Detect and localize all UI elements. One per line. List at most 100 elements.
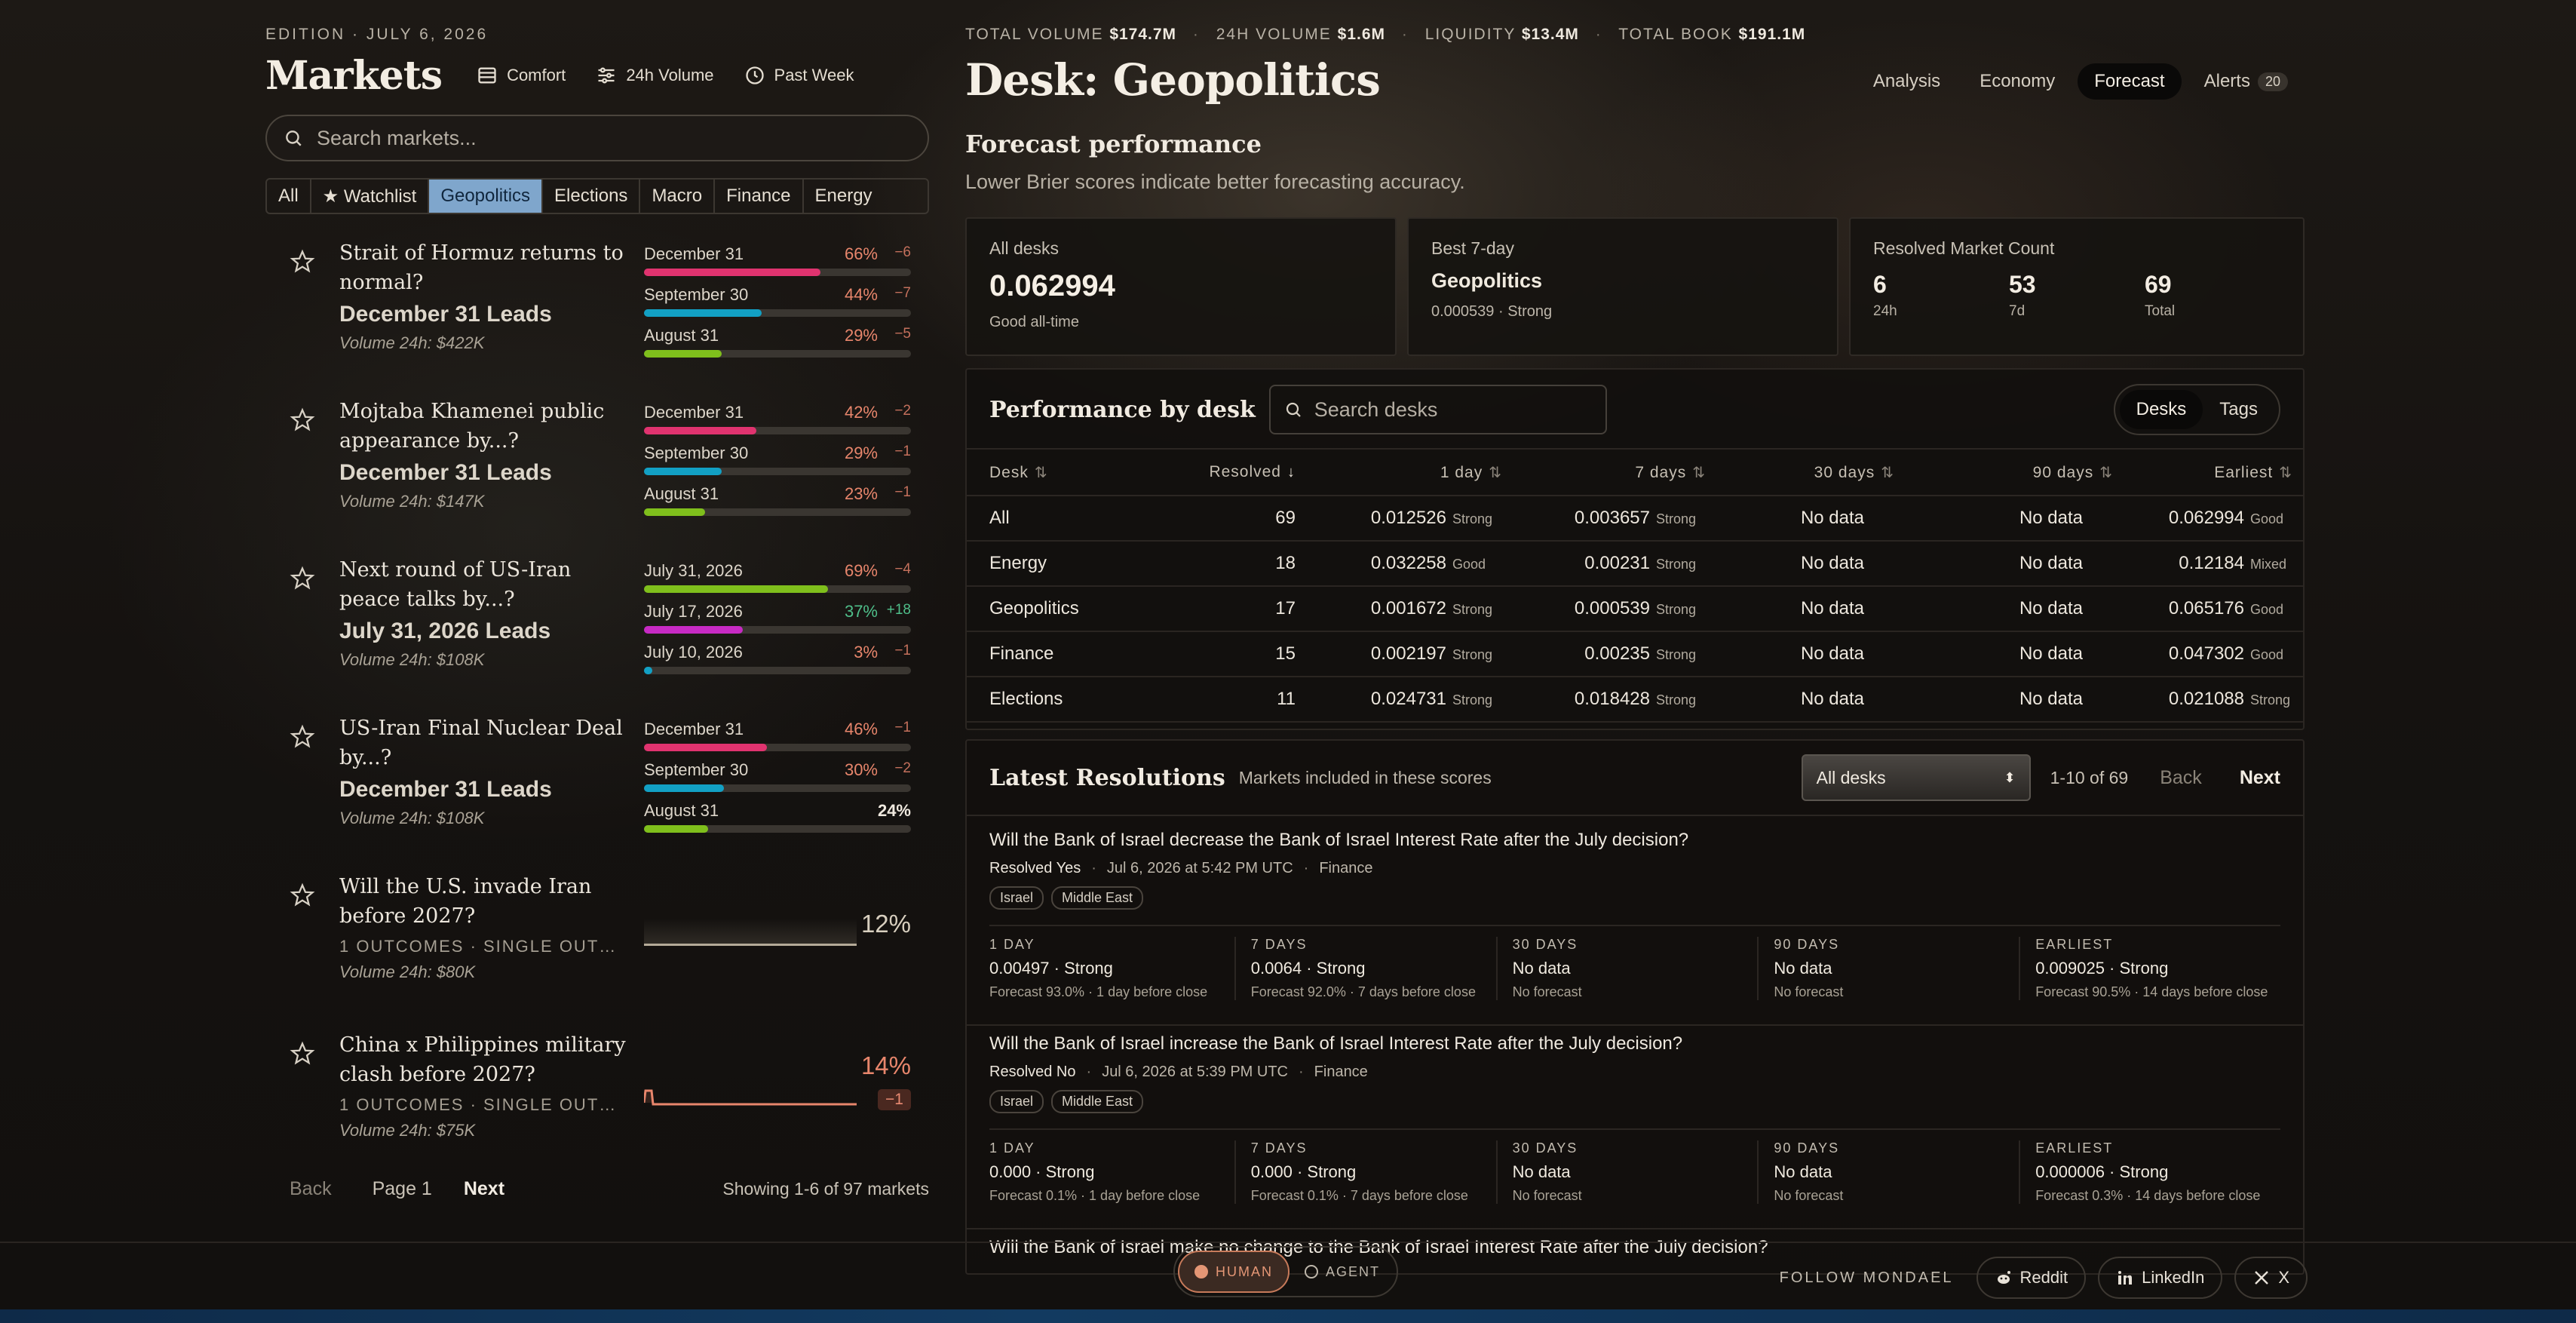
resolution-item[interactable]: Will the Bank of Israel decrease the Ban… (989, 830, 2280, 1000)
market-item[interactable]: Strait of Hormuz returns to normal? Decem… (265, 231, 929, 389)
follow-label: FOLLOW MONDAEL (1779, 1269, 1954, 1286)
outcome-row[interactable]: September 30 29% −1 (644, 439, 911, 480)
x-icon (2255, 1271, 2269, 1285)
market-item[interactable]: Will the U.S. invade Iran before 2027? 1 … (265, 864, 929, 1023)
outcome-row[interactable]: December 31 46% −1 (644, 715, 911, 756)
desk-search[interactable] (1268, 385, 1607, 434)
card-note: Good all-time (989, 314, 1079, 330)
star-icon[interactable] (290, 1041, 315, 1067)
score-value: 0.00497 · Strong (989, 959, 1113, 978)
tag-chip[interactable]: Middle East (1051, 886, 1144, 910)
outcome-change: −6 (894, 244, 911, 260)
col-resolved[interactable]: Resolved ↓ (1155, 448, 1314, 496)
period-control[interactable]: Past Week (744, 65, 854, 86)
star-icon[interactable] (290, 724, 315, 750)
market-question[interactable]: China x Philippines military clash befor… (339, 1030, 626, 1089)
outcome-change: −2 (894, 403, 911, 419)
reddit-link[interactable]: Reddit (1976, 1257, 2087, 1299)
tag-chip[interactable]: Israel (989, 886, 1044, 910)
col-1day[interactable]: 1 day ⇅ (1314, 448, 1502, 496)
outcome-row[interactable]: September 30 30% −2 (644, 756, 911, 797)
card-value: Geopolitics (1431, 269, 1543, 292)
resolution-question[interactable]: Will the Bank of Israel decrease the Ban… (989, 830, 2280, 851)
outcome-row[interactable]: July 10, 2026 3% −1 (644, 638, 911, 679)
filter-energy[interactable]: Energy (804, 180, 884, 213)
col-desk[interactable]: Desk ⇅ (967, 448, 1155, 496)
outcome-row[interactable]: December 31 66% −6 (644, 240, 911, 281)
filter-all[interactable]: All (267, 180, 311, 213)
outcome-bar-fill (644, 350, 722, 358)
market-search-input[interactable] (317, 126, 911, 150)
desk-search-input[interactable] (1314, 398, 1592, 422)
mode-human-button[interactable]: HUMAN (1178, 1251, 1290, 1293)
filter-watchlist[interactable]: ★ Watchlist (311, 180, 430, 213)
outcome-row[interactable]: August 31 24% (644, 797, 911, 837)
resolved-count-card: Resolved Market Count 6 24h 53 7d 69 Total (1849, 217, 2305, 356)
desk-row[interactable]: Finance 15 0.002197 Strong 0.00235 Strong No d… (967, 631, 2303, 677)
star-icon[interactable] (290, 407, 315, 433)
linkedin-link[interactable]: LinkedIn (2098, 1257, 2223, 1299)
mode-agent-button[interactable]: AGENT (1290, 1251, 1395, 1293)
outcome-row[interactable]: August 31 29% −5 (644, 321, 911, 362)
desk-row[interactable]: All 69 0.012526 Strong 0.003657 Strong No data… (967, 496, 2303, 542)
col-30days[interactable]: 30 days ⇅ (1706, 448, 1894, 496)
outcome-row[interactable]: September 30 44% −7 (644, 281, 911, 321)
market-item[interactable]: US-Iran Final Nuclear Deal by...? Decembe… (265, 706, 929, 864)
updown-icon: ⬍ (2004, 769, 2016, 785)
filter-geopolitics[interactable]: Geopolitics (429, 180, 544, 213)
toggle-tags[interactable]: Tags (2203, 390, 2274, 429)
tab-analysis[interactable]: Analysis (1857, 63, 1957, 100)
market-item[interactable]: Mojtaba Khamenei public appearance by...… (265, 389, 929, 548)
filter-macro[interactable]: Macro (640, 180, 716, 213)
market-search[interactable] (265, 115, 929, 161)
col-7days[interactable]: 7 days ⇅ (1502, 448, 1706, 496)
tag-chip[interactable]: Middle East (1051, 1090, 1144, 1113)
tab-economy[interactable]: Economy (1963, 63, 2072, 100)
outcome-change: −2 (894, 760, 911, 776)
outcome-row[interactable]: July 31, 2026 69% −4 (644, 557, 911, 597)
outcome-bar (644, 667, 911, 674)
resolution-question[interactable]: Will the Bank of Israel increase the Ban… (989, 1033, 2280, 1054)
toggle-desks[interactable]: Desks (2119, 390, 2203, 429)
col-earliest[interactable]: Earliest ⇅ (2113, 448, 2303, 496)
forecast-performance-subtitle: Lower Brier scores indicate better forec… (965, 170, 1465, 193)
market-item[interactable]: China x Philippines military clash befor… (265, 1023, 929, 1181)
sort-control[interactable]: 24h Volume (596, 65, 714, 86)
outcome-row[interactable]: July 17, 2026 37% +18 (644, 597, 911, 638)
star-icon[interactable] (290, 566, 315, 591)
market-question[interactable]: Will the U.S. invade Iran before 2027? (339, 872, 626, 931)
outcome-row[interactable]: December 31 42% −2 (644, 398, 911, 439)
desk-row[interactable]: Geopolitics 17 0.001672 Strong 0.000539 Stron… (967, 586, 2303, 632)
tag-chip[interactable]: Israel (989, 1090, 1044, 1113)
latest-back-button[interactable]: Back (2160, 767, 2202, 789)
density-toggle[interactable]: Comfort (477, 65, 566, 86)
category-filters: All ★ Watchlist Geopolitics Elections Ma… (265, 178, 929, 214)
outcome-bar (644, 350, 911, 358)
outcome-list: December 31 46% −1 September 30 30% −2 August … (644, 715, 911, 837)
resolution-item[interactable]: Will the Bank of Israel increase the Ban… (989, 1033, 2280, 1204)
filter-finance[interactable]: Finance (715, 180, 804, 213)
linkedin-icon (2118, 1271, 2133, 1285)
desk-row[interactable]: Energy 18 0.032258 Good 0.00231 Strong No data… (967, 541, 2303, 587)
star-icon[interactable] (290, 883, 315, 908)
market-question[interactable]: Mojtaba Khamenei public appearance by...… (339, 397, 626, 456)
outcome-row[interactable]: August 31 23% −1 (644, 480, 911, 520)
latest-next-button[interactable]: Next (2240, 767, 2280, 789)
pager-next-button[interactable]: Next (464, 1178, 504, 1200)
desk-row[interactable]: Elections 11 0.024731 Strong 0.018428 Strong N… (967, 677, 2303, 723)
market-question[interactable]: Strait of Hormuz returns to normal? (339, 238, 626, 297)
tab-alerts[interactable]: Alerts 20 (2188, 63, 2305, 100)
tab-forecast[interactable]: Forecast (2078, 63, 2182, 100)
pager-back-button[interactable]: Back (290, 1178, 332, 1200)
col-90days[interactable]: 90 days ⇅ (1894, 448, 2113, 496)
filter-elections[interactable]: Elections (543, 180, 641, 213)
x-link[interactable]: X (2234, 1257, 2308, 1299)
market-question[interactable]: US-Iran Final Nuclear Deal by...? (339, 714, 626, 772)
star-icon[interactable] (290, 249, 315, 275)
score-forecast: Forecast 0.1% · 7 days before close (1250, 1188, 1468, 1203)
desk-select[interactable]: All desks ⬍ (1801, 754, 2031, 801)
market-question[interactable]: Next round of US-Iran peace talks by...? (339, 555, 626, 614)
market-item[interactable]: Next round of US-Iran peace talks by...?… (265, 548, 929, 706)
score-heading: 7 DAYS (1250, 1140, 1308, 1156)
sort-icon: ⇅ (2099, 464, 2113, 481)
